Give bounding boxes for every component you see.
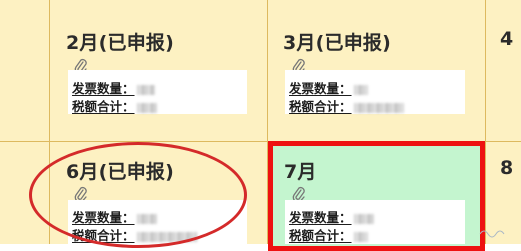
month-title: 7月 [284,161,317,183]
month-title-partial: 8 [500,157,514,179]
tax-total-label: 税额合计： [289,99,352,114]
tax-total-value [136,102,157,113]
tax-total-value [353,231,368,242]
grid-line [485,0,486,244]
month-info-box: 发票数量： 税额合计： [285,70,465,114]
tax-total-value [353,102,404,113]
month-title: 2月(已申报) [66,32,174,54]
month-cell-right-top [486,0,521,141]
month-title-partial: 4 [500,28,514,50]
month-info-box: 发票数量： 税额合计： [285,200,465,244]
month-info-box: 发票数量： 税额合计： [68,70,247,114]
invoice-count-value [136,84,155,95]
tax-total-label: 税额合计： [72,99,135,114]
invoice-count-label: 发票数量： [72,81,135,96]
tax-total-label: 税额合计： [289,228,352,243]
month-cell-left-top [0,0,49,141]
annotation-circle [29,142,247,248]
invoice-count-value [353,84,368,95]
invoice-count-label: 发票数量： [289,81,352,96]
calendar-grid: 2月(已申报) 发票数量： 税额合计： 3月(已申报) 发票数量： 税额合计： … [0,0,521,251]
month-title: 3月(已申报) [283,32,391,54]
watermark-icon [479,230,505,238]
invoice-count-value [353,213,374,224]
invoice-count-label: 发票数量： [289,210,352,225]
